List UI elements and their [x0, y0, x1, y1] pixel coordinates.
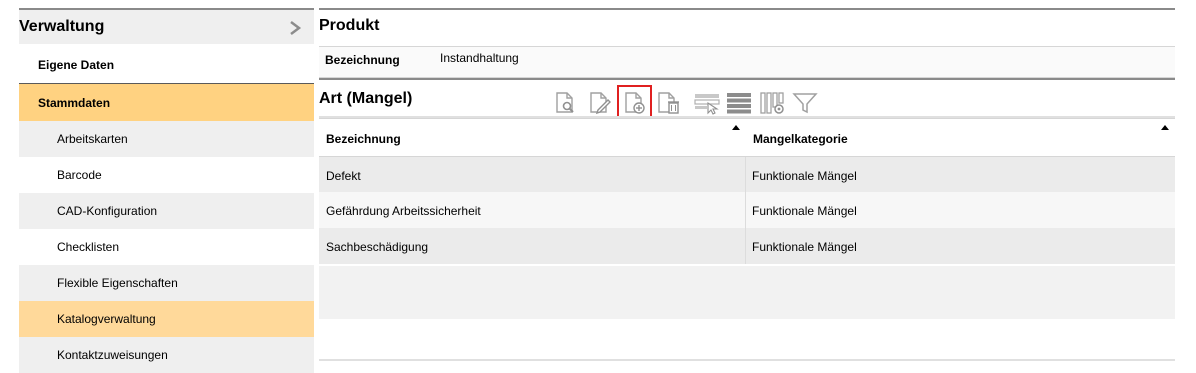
cell-mangelkategorie: Funktionale Mängel [752, 240, 857, 254]
sidebar: Verwaltung Eigene Daten Stammdaten Arbei… [19, 8, 314, 373]
product-field-label: Bezeichnung [325, 53, 400, 67]
section-title: Art (Mangel) [319, 90, 413, 107]
product-title: Produkt [319, 17, 380, 34]
table-row[interactable]: Defekt Funktionale Mängel [319, 156, 1175, 193]
divider [319, 8, 1175, 10]
cell-mangelkategorie: Funktionale Mängel [752, 204, 857, 218]
sidebar-item-label: Flexible Eigenschaften [57, 276, 178, 290]
column-header-mangelkategorie[interactable]: Mangelkategorie [746, 118, 1175, 156]
sidebar-item-label: Stammdaten [38, 96, 111, 110]
sidebar-item-label: CAD-Konfiguration [57, 204, 158, 218]
table-empty-area [319, 266, 1175, 319]
delete-document-icon[interactable] [653, 86, 681, 118]
main-panel: Produkt Bezeichnung Instandhaltung Art (… [319, 8, 1175, 371]
product-field-value: Instandhaltung [440, 51, 519, 65]
table-row[interactable]: Gefährdung Arbeitssicherheit Funktionale… [319, 192, 1175, 228]
divider [319, 78, 1175, 80]
sidebar-item-checklisten[interactable]: Checklisten [19, 229, 314, 265]
cell-bezeichnung: Defekt [326, 169, 361, 183]
cell-bezeichnung: Sachbeschädigung [326, 240, 429, 254]
cell-mangelkategorie: Funktionale Mängel [752, 169, 857, 183]
edit-document-icon[interactable] [585, 86, 613, 118]
chevron-right-icon[interactable] [288, 20, 302, 36]
sidebar-item-label: Kontaktzuweisungen [57, 348, 168, 362]
sort-ascending-icon[interactable] [1161, 125, 1169, 130]
sidebar-item-label: Katalogverwaltung [57, 312, 156, 326]
product-field-row: Bezeichnung Instandhaltung [319, 46, 1175, 78]
sidebar-item-label: Arbeitskarten [57, 132, 128, 146]
filter-icon[interactable] [789, 86, 818, 118]
sidebar-item-arbeitskarten[interactable]: Arbeitskarten [19, 121, 314, 157]
column-header-bezeichnung[interactable]: Bezeichnung [319, 118, 746, 156]
divider [319, 359, 1175, 361]
view-document-icon[interactable] [551, 86, 579, 118]
sort-ascending-icon[interactable] [732, 125, 740, 130]
sidebar-item-barcode[interactable]: Barcode [19, 157, 314, 193]
sidebar-title: Verwaltung [19, 18, 105, 35]
sidebar-item-kontaktzuweisungen[interactable]: Kontaktzuweisungen [19, 337, 314, 373]
sidebar-item-stammdaten[interactable]: Stammdaten [19, 83, 314, 121]
sidebar-header: Verwaltung [19, 8, 314, 44]
sidebar-item-katalogverwaltung[interactable]: Katalogverwaltung [19, 301, 314, 337]
sidebar-item-cad-konfiguration[interactable]: CAD-Konfiguration [19, 193, 314, 229]
sidebar-item-eigene-daten[interactable]: Eigene Daten [19, 46, 314, 84]
sidebar-item-label: Checklisten [57, 240, 120, 254]
list-view-icon[interactable] [723, 86, 751, 118]
table-row[interactable]: Sachbeschädigung Funktionale Mängel [319, 228, 1175, 264]
sidebar-item-label: Eigene Daten [38, 58, 115, 72]
sidebar-item-label: Barcode [57, 168, 102, 182]
select-row-icon[interactable] [691, 86, 720, 118]
sidebar-item-flexible-eigenschaften[interactable]: Flexible Eigenschaften [19, 265, 314, 301]
add-document-icon[interactable] [617, 85, 652, 119]
cell-bezeichnung: Gefährdung Arbeitssicherheit [326, 204, 481, 218]
column-settings-icon[interactable] [757, 86, 785, 118]
